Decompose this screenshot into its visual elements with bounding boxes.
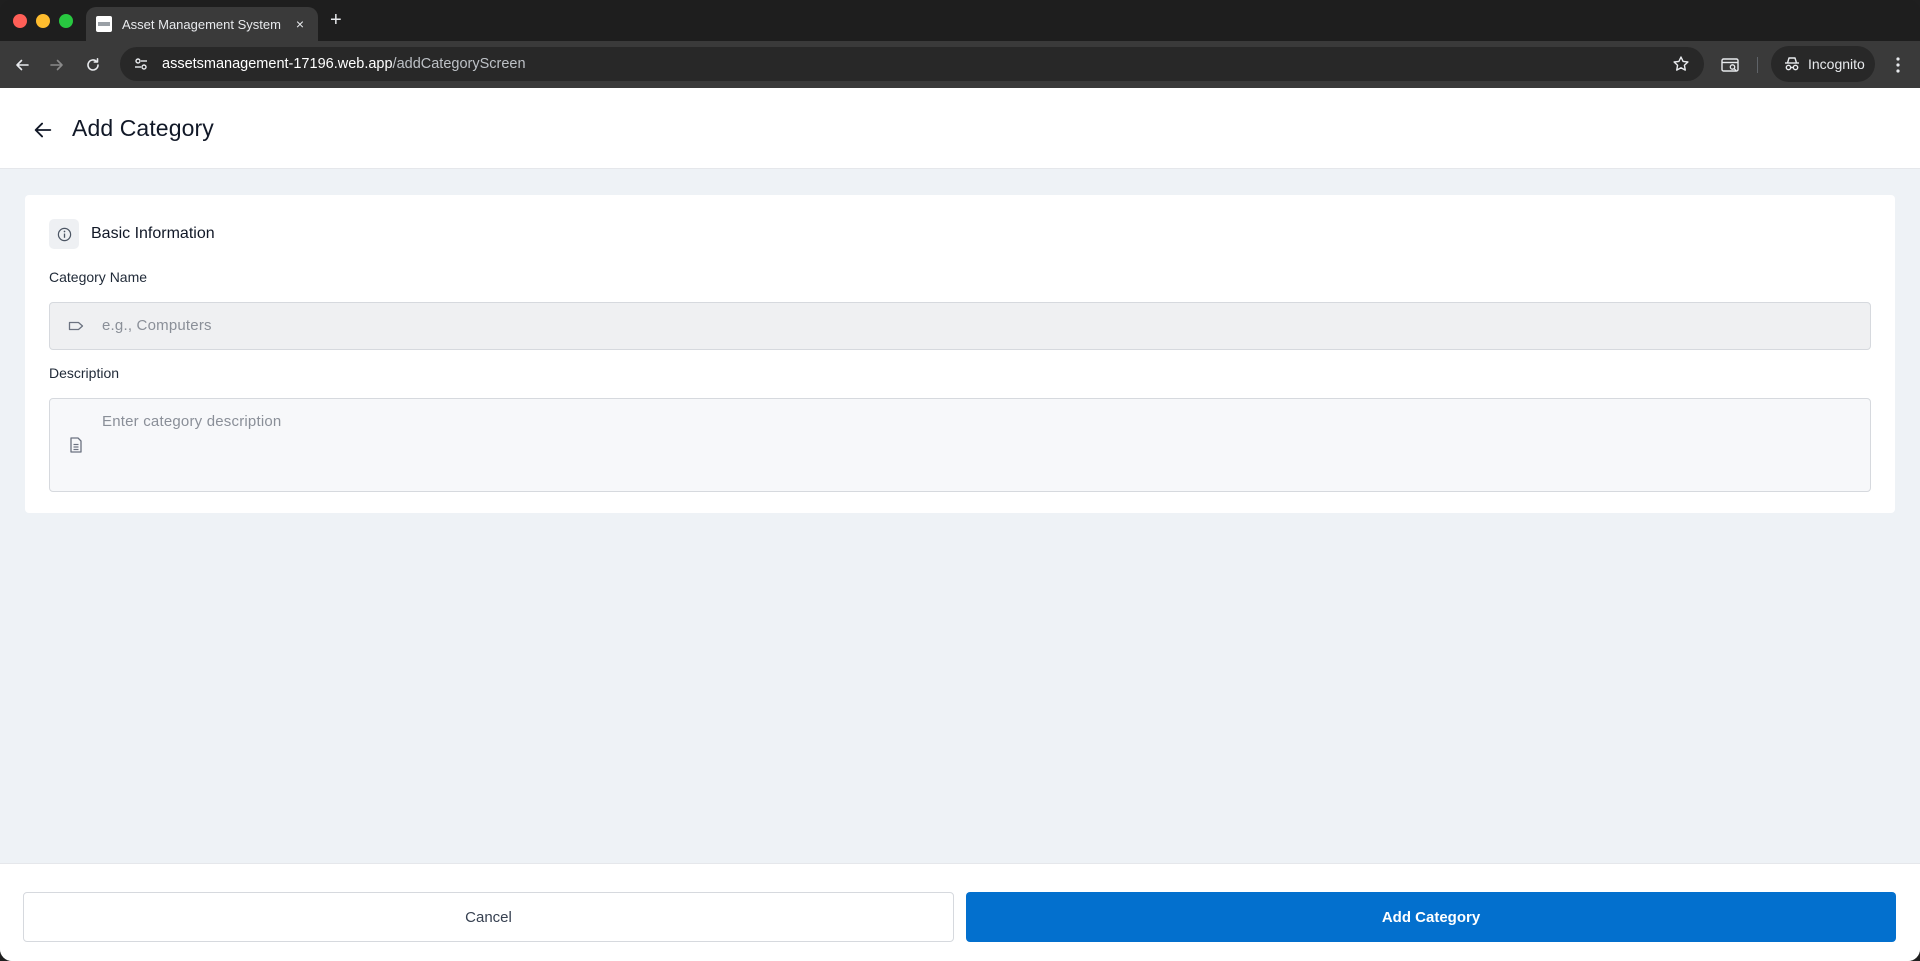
- incognito-label: Incognito: [1808, 56, 1865, 72]
- description-input[interactable]: Enter category description: [49, 398, 1871, 492]
- page-title: Add Category: [72, 115, 214, 141]
- tab-strip: Asset Management System × +: [0, 0, 1920, 41]
- maximize-window-button[interactable]: [59, 14, 73, 28]
- url-text[interactable]: assetsmanagement-17196.web.app/addCatego…: [162, 56, 526, 72]
- app-bar: Add Category: [0, 88, 1920, 169]
- new-tab-button[interactable]: +: [330, 10, 342, 30]
- arrow-left-icon: [34, 122, 52, 138]
- address-bar[interactable]: assetsmanagement-17196.web.app/addCatego…: [120, 47, 1704, 81]
- cancel-button[interactable]: Cancel: [23, 892, 954, 942]
- tab-title: Asset Management System: [122, 16, 281, 32]
- browser-toolbar: assetsmanagement-17196.web.app/addCatego…: [0, 41, 1920, 88]
- url-path: /addCategoryScreen: [392, 56, 526, 72]
- section-title: Basic Information: [91, 225, 215, 242]
- incognito-icon: [1785, 57, 1799, 71]
- back-button[interactable]: [30, 117, 56, 143]
- bookmark-star-icon[interactable]: [1672, 55, 1690, 73]
- incognito-indicator[interactable]: Incognito: [1771, 46, 1875, 82]
- favicon-icon: [96, 16, 112, 32]
- tag-icon: [68, 321, 84, 331]
- back-nav-icon[interactable]: [10, 53, 34, 77]
- toolbar-separator: [1757, 57, 1758, 73]
- add-category-button[interactable]: Add Category: [966, 892, 1896, 942]
- description-placeholder: Enter category description: [102, 413, 282, 430]
- document-icon: [70, 437, 82, 453]
- tab-close-icon[interactable]: ×: [292, 16, 308, 32]
- browser-menu-icon[interactable]: [1888, 55, 1908, 75]
- site-settings-icon[interactable]: [124, 47, 158, 81]
- category-name-placeholder: e.g., Computers: [102, 317, 212, 334]
- tab-search-icon[interactable]: [1720, 55, 1740, 75]
- url-host: assetsmanagement-17196.web.app: [162, 56, 393, 72]
- basic-information-card: Basic Information Category Name e.g., Co…: [25, 195, 1895, 513]
- minimize-window-button[interactable]: [36, 14, 50, 28]
- footer-actions: Cancel Add Category: [0, 863, 1920, 961]
- close-window-button[interactable]: [13, 14, 27, 28]
- browser-tab[interactable]: Asset Management System ×: [86, 7, 318, 41]
- info-icon: [49, 219, 79, 249]
- browser-window: Asset Management System × + assetsmanage…: [0, 0, 1920, 961]
- category-name-input[interactable]: e.g., Computers: [49, 302, 1871, 350]
- page-content: Add Category Basic Information Category …: [0, 88, 1920, 961]
- forward-nav-icon[interactable]: [45, 53, 69, 77]
- category-name-label: Category Name: [49, 269, 148, 285]
- description-label: Description: [49, 365, 120, 381]
- reload-icon[interactable]: [81, 53, 105, 77]
